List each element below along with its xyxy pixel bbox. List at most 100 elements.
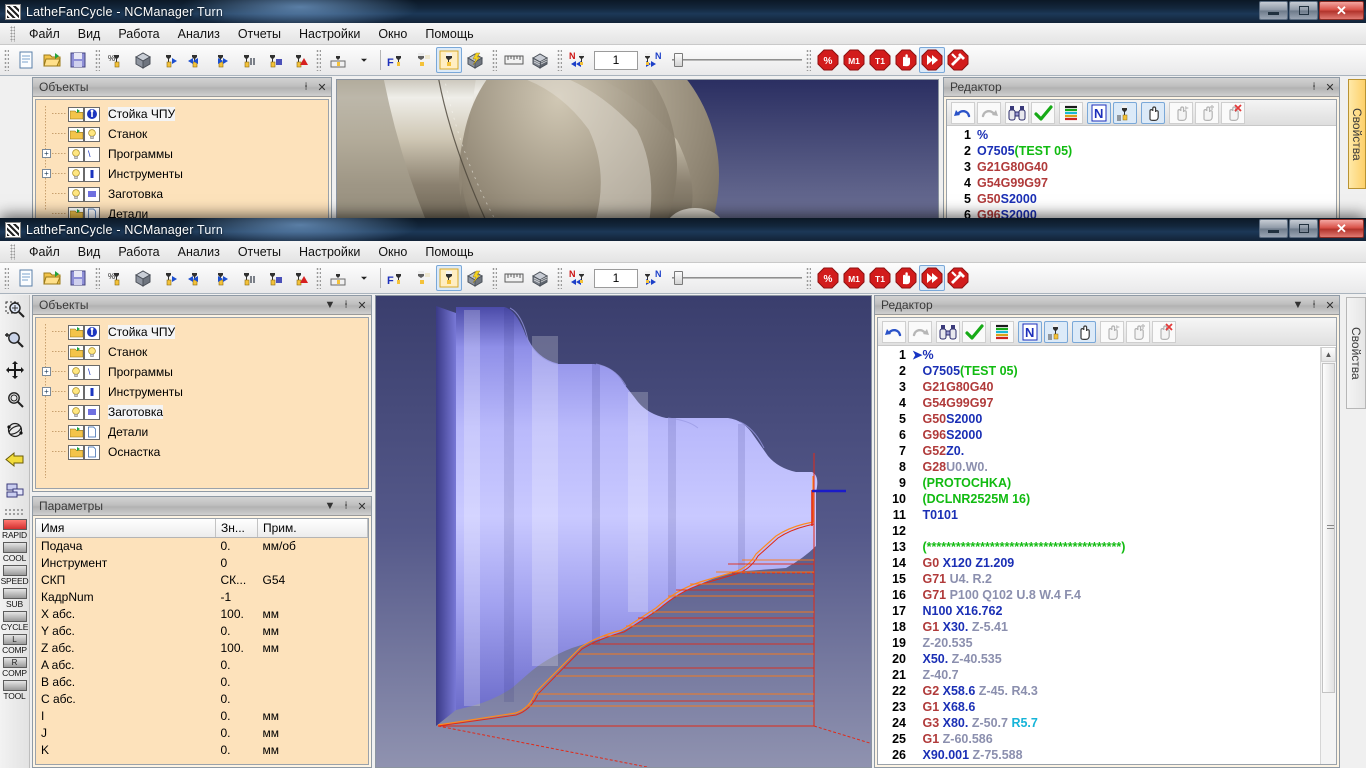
zoom-window-icon[interactable]	[0, 295, 29, 325]
params-cell-value[interactable]: 0.	[216, 674, 258, 691]
chevron-down-icon[interactable]: ▼	[323, 499, 337, 514]
code-line[interactable]: 9➤(PROTOCHKA)	[880, 475, 1319, 491]
fast-forward-stop-icon[interactable]	[919, 265, 945, 291]
hand-pointer-icon[interactable]	[1141, 101, 1165, 124]
expand-toggle[interactable]: +	[42, 149, 51, 158]
pan-move-icon[interactable]	[0, 355, 29, 385]
background-window-titlebar[interactable]: LatheFanCycle - NCManager Turn ✕	[0, 0, 1366, 23]
menu-item-settings[interactable]: Настройки	[290, 243, 369, 261]
tool-flash-icon[interactable]	[462, 47, 488, 73]
code-line[interactable]: 25➤G1 Z-60.586	[880, 731, 1319, 747]
code-line[interactable]: 24➤G3 X80. Z-50.7 R5.7	[880, 715, 1319, 731]
params-cell-value[interactable]: 0.	[216, 708, 258, 725]
tool-shadow-icon[interactable]	[410, 265, 436, 291]
objects-tree-background[interactable]: Стойка ЧПУ Станок + \ Программы + Инструменты З…	[35, 99, 329, 221]
feed-tool-icon[interactable]: F	[384, 47, 410, 73]
menu-item-file[interactable]: Файл	[20, 243, 69, 261]
tree-item-4[interactable]: + Инструменты	[40, 382, 368, 402]
tree-item-3[interactable]: + \ Программы	[40, 144, 328, 164]
code-line[interactable]: 6 G96S2000	[949, 207, 1334, 218]
solid-box-icon[interactable]	[130, 265, 156, 291]
params-row[interactable]: A абс. 0.	[36, 657, 368, 674]
solid-box-icon[interactable]	[130, 47, 156, 73]
undo-icon[interactable]	[951, 101, 975, 124]
scroll-thumb[interactable]	[1322, 363, 1335, 693]
expand-toggle[interactable]: +	[42, 387, 51, 396]
tree-item-6[interactable]: Детали	[40, 422, 368, 442]
find-binoculars-icon[interactable]	[1005, 101, 1029, 124]
pin-icon[interactable]: ⍿	[1307, 298, 1321, 313]
params-col-name[interactable]: Имя	[36, 519, 216, 538]
menu-item-analysis[interactable]: Анализ	[169, 25, 229, 43]
minimize-button[interactable]	[1259, 1, 1288, 20]
editor-toolbar[interactable]: N	[878, 318, 1336, 346]
code-line[interactable]: 15➤G71 U4. R.2	[880, 571, 1319, 587]
menu-item-help[interactable]: Помощь	[416, 243, 482, 261]
hand-delete-icon[interactable]	[1221, 101, 1245, 124]
step-back-n-icon[interactable]: N	[566, 47, 592, 73]
percent-stop-icon[interactable]: %	[815, 47, 841, 73]
hand-stop-icon[interactable]	[893, 47, 919, 73]
tool-warning-icon[interactable]	[286, 47, 312, 73]
t1-stop-icon[interactable]: T1	[867, 265, 893, 291]
back-arrow-icon[interactable]	[0, 445, 29, 475]
code-line[interactable]: 19➤Z-20.535	[880, 635, 1319, 651]
params-cell-value[interactable]: 0.	[216, 742, 258, 759]
status-indicator-cycle[interactable]: CYCLE	[0, 611, 29, 632]
menu-item-reports[interactable]: Отчеты	[229, 243, 290, 261]
tool-list-icon[interactable]	[1044, 320, 1068, 343]
editor-panel[interactable]: Редактор ▼ ⍿ ✕ N 1 ➤%2➤O7505(TEST 05)3➤G2…	[874, 295, 1340, 768]
close-icon[interactable]: ✕	[1323, 298, 1337, 313]
code-line[interactable]: 11➤T0101	[880, 507, 1319, 523]
params-cell-value[interactable]: 0.	[216, 725, 258, 742]
tree-item-4[interactable]: + Инструменты	[40, 164, 328, 184]
tree-item-5[interactable]: Заготовка	[40, 184, 328, 204]
viewport-3d[interactable]	[375, 295, 872, 768]
close-icon[interactable]: ✕	[355, 298, 369, 313]
colorize-lines-icon[interactable]	[990, 320, 1014, 343]
code-line[interactable]: 16➤G71 P100 Q102 U.8 W.4 F.4	[880, 587, 1319, 603]
renumber-n-icon[interactable]: N	[1087, 101, 1111, 124]
menu-item-file[interactable]: Файл	[20, 25, 69, 43]
tools-stop-icon[interactable]	[945, 47, 971, 73]
save-diskette-icon[interactable]	[65, 265, 91, 291]
editor-panel-background[interactable]: Редактор ⍿ ✕ N 1% 2 O7505(TEST 05) 3 G21G80G…	[943, 77, 1340, 224]
editor-body[interactable]: N 1 ➤%2➤O7505(TEST 05)3➤G21G80G404 ➤ G54G99…	[877, 317, 1337, 765]
params-cell-value[interactable]: 100.	[216, 640, 258, 657]
pin-icon[interactable]: ⍿	[1307, 80, 1321, 95]
code-line[interactable]: 18➤G1 X30. Z-5.41	[880, 619, 1319, 635]
new-document-icon[interactable]	[13, 47, 39, 73]
hand-pointer-icon[interactable]	[1072, 320, 1096, 343]
hand-insert-icon[interactable]	[1126, 320, 1150, 343]
code-line[interactable]: 23➤G1 X68.6	[880, 699, 1319, 715]
tool-list-icon[interactable]	[1113, 101, 1137, 124]
speed-slider[interactable]	[672, 269, 802, 287]
menu-item-view[interactable]: Вид	[69, 243, 110, 261]
tool-highlight-icon[interactable]	[436, 47, 462, 73]
speed-slider[interactable]	[672, 51, 802, 69]
chevron-down-icon[interactable]: ▼	[1291, 298, 1305, 313]
code-line[interactable]: 1%	[949, 127, 1334, 143]
params-table-container[interactable]: Имя Зн... Прим. Подача 0. мм/об Инструмент 0…	[35, 518, 369, 765]
properties-side-tab-background[interactable]: Свойства	[1348, 79, 1366, 189]
menu-item-settings[interactable]: Настройки	[290, 25, 369, 43]
open-folder-icon[interactable]	[39, 265, 65, 291]
expand-toggle[interactable]: +	[42, 367, 51, 376]
ruler-icon[interactable]	[501, 47, 527, 73]
minimize-button[interactable]	[1259, 219, 1288, 238]
code-line[interactable]: 3➤G21G80G40	[880, 379, 1319, 395]
expand-toggle[interactable]: +	[42, 169, 51, 178]
menu-item-work[interactable]: Работа	[109, 243, 168, 261]
tree-item-1[interactable]: Стойка ЧПУ	[40, 104, 328, 124]
speed-slider-knob[interactable]	[674, 271, 683, 285]
step-forward-n-icon[interactable]: N	[640, 47, 666, 73]
params-row[interactable]: Y абс. 0. мм	[36, 623, 368, 640]
tool-stop-icon[interactable]	[260, 47, 286, 73]
main-menubar[interactable]: Файл Вид Работа Анализ Отчеты Настройки …	[0, 241, 1366, 263]
check-green-icon[interactable]	[962, 320, 986, 343]
code-line[interactable]: 20➤X50. Z-40.535	[880, 651, 1319, 667]
editor-toolbar-background[interactable]: N	[947, 100, 1336, 126]
left-vertical-toolbar[interactable]: RAPID COOL SPEED SUB CYCLE L COMP R COMP TOOL	[0, 295, 30, 768]
tree-item-2[interactable]: Станок	[40, 124, 328, 144]
section-hatch-icon[interactable]	[527, 47, 553, 73]
